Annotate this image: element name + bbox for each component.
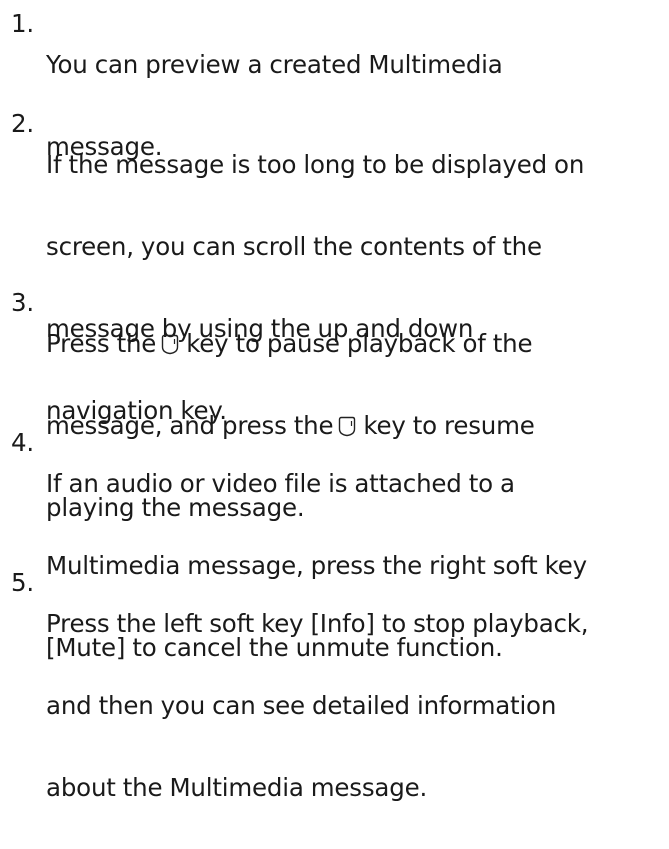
step-line: screen, you can scroll the contents of t… — [46, 232, 542, 261]
step-text: Press the left soft key [Info] to stop p… — [46, 562, 669, 849]
step-number: 4. — [11, 428, 34, 457]
step-line: Press the left soft key [Info] to stop p… — [46, 609, 589, 638]
step-text-fragment: Press the — [46, 329, 157, 358]
step-line: If the message is too long to be display… — [46, 150, 585, 179]
step-line: Press the key to pause playback of the — [46, 323, 669, 364]
step-number: 1. — [11, 9, 34, 38]
step-line: and then you can see detailed informatio… — [46, 691, 557, 720]
step-number: 3. — [11, 288, 34, 317]
soft-key-icon — [159, 334, 181, 355]
step-line: You can preview a created Multimedia — [46, 50, 503, 79]
step-line: If an audio or video file is attached to… — [46, 469, 515, 498]
step-number: 5. — [11, 568, 34, 597]
step-number: 2. — [11, 109, 34, 138]
step-line: about the Multimedia message. — [46, 773, 428, 802]
step-text-fragment: key to pause playback of the — [186, 329, 533, 358]
